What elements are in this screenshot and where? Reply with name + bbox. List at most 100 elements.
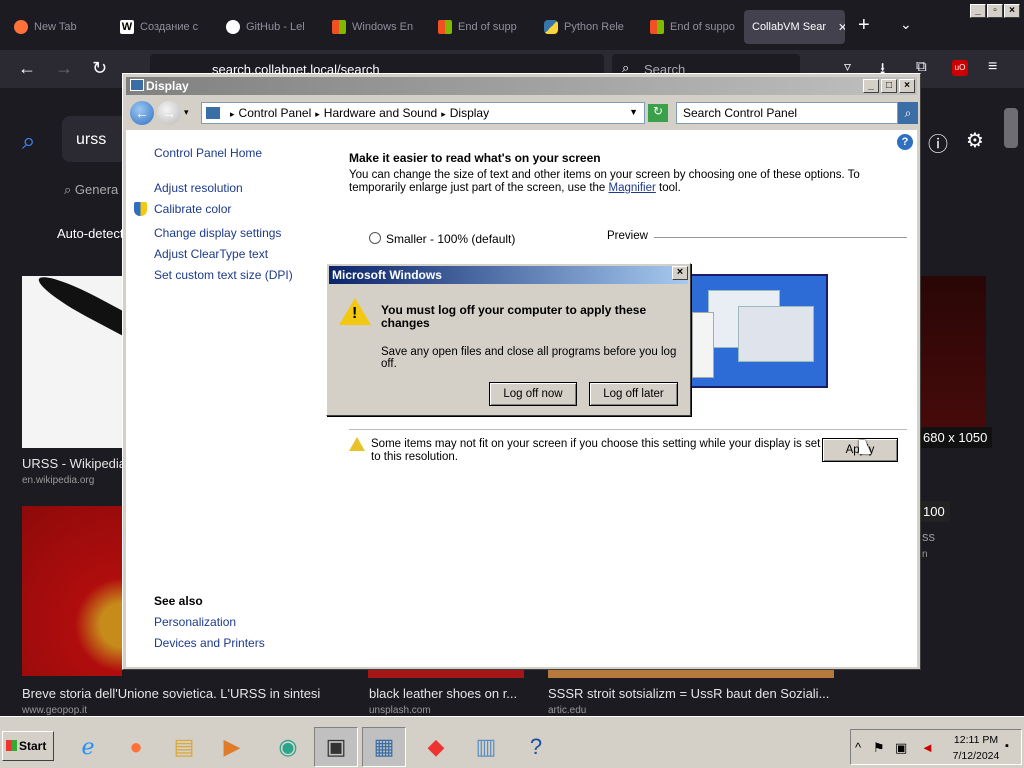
back-arrow-icon[interactable]: ←: [18, 58, 36, 79]
windows-logo-icon: [6, 740, 17, 751]
vm-window-controls: _ ▫ ×: [970, 4, 1020, 18]
show-hidden-icons-icon[interactable]: ^: [855, 740, 861, 755]
help-icon[interactable]: ?: [897, 134, 913, 150]
magnifier-link[interactable]: Magnifier: [609, 182, 656, 194]
log-off-later-button[interactable]: Log off later: [589, 382, 678, 406]
new-tab-button[interactable]: +: [858, 14, 870, 37]
network-icon[interactable]: ▣: [895, 740, 907, 756]
vm-maximize-button[interactable]: ▫: [987, 4, 1003, 18]
show-desktop-icon[interactable]: ▪: [1005, 740, 1009, 752]
gear-icon[interactable]: ⚙: [966, 128, 984, 153]
info-icon[interactable]: ⓘ: [928, 128, 948, 157]
close-button[interactable]: ×: [899, 79, 915, 93]
link-calibrate-color[interactable]: Calibrate color: [134, 202, 231, 216]
result-image-3[interactable]: [918, 276, 986, 448]
link-adjust-resolution[interactable]: Adjust resolution: [154, 181, 243, 195]
result-source: unsplash.com: [369, 705, 431, 716]
vm-close-button[interactable]: ×: [1004, 4, 1020, 18]
breadcrumb-control-panel[interactable]: Control Panel: [239, 106, 312, 120]
page-description: You can change the size of text and othe…: [349, 169, 860, 194]
clock[interactable]: 12:11 PM 7/12/2024: [947, 732, 1005, 764]
tab-github[interactable]: GitHub - Lel: [218, 10, 322, 44]
dialog-sub-message: Save any open files and close all progra…: [381, 346, 677, 370]
resolution-warning-text: Some items may not fit on your screen if…: [371, 438, 821, 463]
result-title[interactable]: URSS - Wikipedia: [22, 456, 126, 471]
dialog-message: You must log off your computer to apply …: [381, 303, 647, 330]
close-tab-icon[interactable]: ✕: [838, 21, 845, 34]
python-shell-icon[interactable]: ▣: [314, 727, 358, 767]
refresh-button[interactable]: ↻: [648, 104, 668, 122]
result-image-1[interactable]: [22, 276, 122, 448]
display-icon: [130, 79, 144, 91]
system-tray: ^ ⚑ ▣ ◄ 12:11 PM 7/12/2024 ▪: [850, 729, 1022, 765]
chat-app-icon[interactable]: ◉: [266, 727, 310, 767]
maximize-button[interactable]: □: [881, 79, 897, 93]
start-button[interactable]: Start: [2, 731, 54, 761]
control-panel-taskbar-icon[interactable]: ▦: [362, 727, 406, 767]
dialog-close-button[interactable]: ×: [672, 266, 688, 280]
wikipedia-icon: W: [120, 20, 134, 34]
auto-detect-filter[interactable]: Auto-detect: [57, 226, 124, 241]
microsoft-icon: [438, 20, 452, 34]
tab-end-of-support-1[interactable]: End of supp: [430, 10, 534, 44]
breadcrumb-hardware-and-sound[interactable]: Hardware and Sound: [324, 106, 437, 120]
history-dropdown-icon[interactable]: ▾: [184, 107, 189, 118]
media-player-icon[interactable]: ▶: [210, 727, 254, 767]
scrollbar-thumb[interactable]: [1004, 108, 1018, 148]
address-bar[interactable]: ▸ Control Panel ▸ Hardware and Sound ▸ Displa…: [201, 102, 645, 124]
vm-minimize-button[interactable]: _: [970, 4, 986, 18]
forward-arrow-icon[interactable]: →: [55, 58, 73, 79]
tab-python[interactable]: Python Rele: [536, 10, 640, 44]
breadcrumb-display[interactable]: Display: [450, 106, 489, 120]
windows-flag-icon[interactable]: ◆: [414, 727, 458, 767]
link-change-display-settings[interactable]: Change display settings: [154, 226, 281, 240]
see-also-heading: See also: [154, 594, 203, 608]
tab-new-tab[interactable]: New Tab: [6, 10, 110, 44]
radio-smaller-label[interactable]: Smaller - 100% (default): [386, 232, 515, 246]
result-title[interactable]: SSSR stroit sotsializm = UssR baut den S…: [548, 686, 829, 701]
volume-muted-icon[interactable]: ◄: [921, 740, 934, 755]
minimize-button[interactable]: _: [863, 79, 879, 93]
result-title[interactable]: black leather shoes on r...: [369, 686, 517, 701]
query-input[interactable]: urss: [62, 116, 130, 162]
link-set-custom-text-size[interactable]: Set custom text size (DPI): [154, 268, 293, 282]
menu-icon[interactable]: ≡: [988, 58, 997, 76]
reload-icon[interactable]: ↻: [92, 58, 107, 79]
file-explorer-icon[interactable]: ▤: [162, 727, 206, 767]
ublock-icon[interactable]: uO: [952, 60, 968, 76]
document-icon[interactable]: ▥: [464, 727, 508, 767]
firefox-icon[interactable]: ●: [114, 727, 158, 767]
tab-general[interactable]: ⌕ Genera: [64, 182, 118, 198]
forward-button[interactable]: →: [157, 101, 181, 125]
radio-smaller[interactable]: [369, 232, 381, 244]
python-icon: [544, 20, 558, 34]
search-icon: ⌕: [22, 128, 36, 155]
action-center-flag-icon[interactable]: ⚑: [873, 740, 885, 756]
tab-windows-end[interactable]: Windows En: [324, 10, 428, 44]
search-icon[interactable]: ⌕: [898, 102, 918, 124]
control-panel-icon: [206, 107, 220, 119]
window-title-bar: Display _ □ ×: [126, 77, 917, 95]
microsoft-icon: [650, 20, 664, 34]
log-off-now-button[interactable]: Log off now: [489, 382, 577, 406]
help-icon[interactable]: ?: [514, 727, 558, 767]
link-control-panel-home[interactable]: Control Panel Home: [154, 146, 262, 160]
firefox-icon: [14, 20, 28, 34]
divider: [349, 429, 907, 430]
link-adjust-cleartype[interactable]: Adjust ClearType text: [154, 247, 268, 261]
search-control-panel-input[interactable]: Search Control Panel: [676, 102, 898, 124]
tab-collabvm-search[interactable]: CollabVM Sear ✕: [744, 10, 845, 44]
address-dropdown-icon[interactable]: ▼: [629, 107, 638, 117]
mouse-cursor-icon: [859, 440, 871, 454]
link-devices-and-printers[interactable]: Devices and Printers: [154, 636, 265, 650]
result-source-partial: n: [922, 549, 928, 560]
internet-explorer-icon[interactable]: ℯ: [66, 727, 110, 767]
result-title[interactable]: Breve storia dell'Unione sovietica. L'UR…: [22, 686, 320, 701]
chevron-down-icon[interactable]: ⌄: [900, 16, 912, 33]
back-button[interactable]: ←: [130, 101, 154, 125]
tab-wikipedia[interactable]: W Создание с: [112, 10, 216, 44]
result-image-2[interactable]: [22, 506, 122, 676]
image-resolution-badge: 680 x 1050: [918, 427, 993, 448]
tab-end-of-support-2[interactable]: End of suppo: [642, 10, 742, 44]
link-personalization[interactable]: Personalization: [154, 615, 236, 629]
